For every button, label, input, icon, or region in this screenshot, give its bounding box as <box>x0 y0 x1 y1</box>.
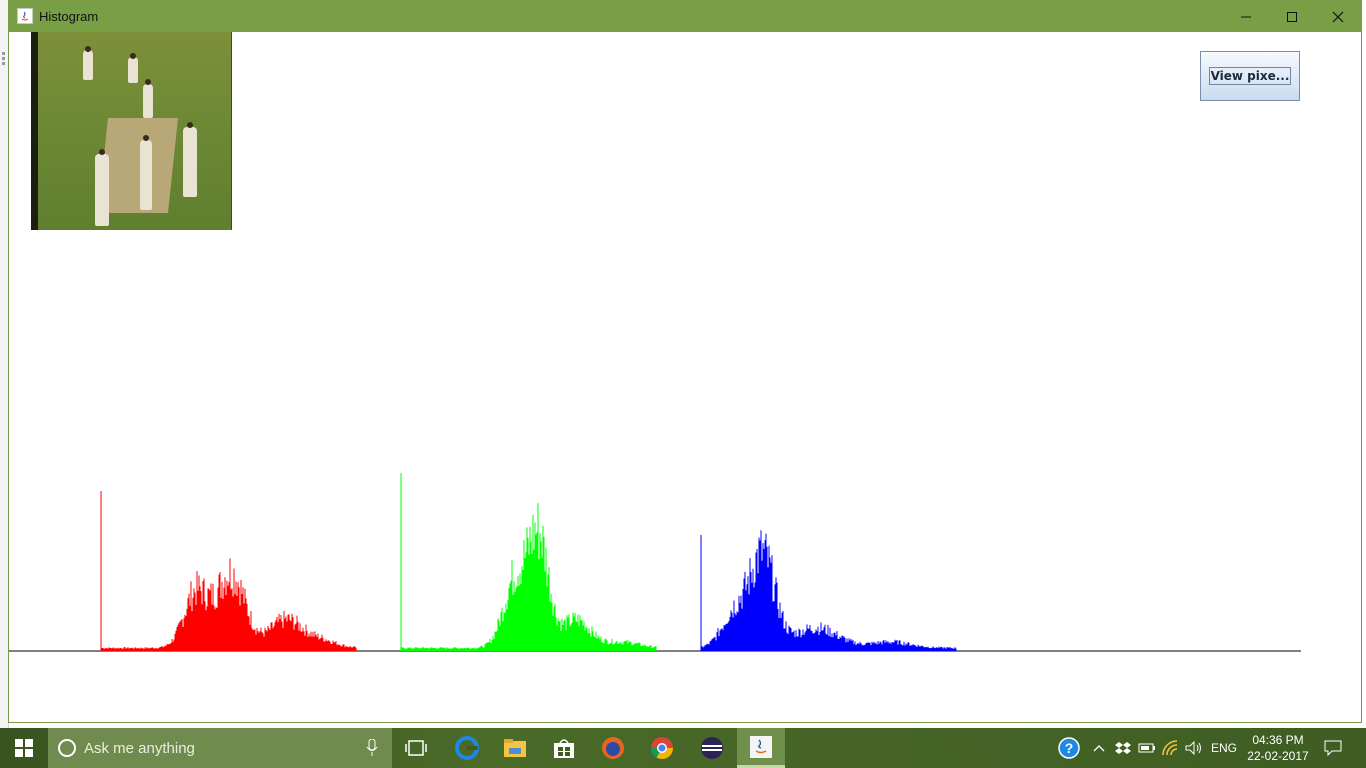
green-channel-histogram <box>400 473 657 651</box>
action-center-button[interactable] <box>1318 728 1348 768</box>
help-tray-button[interactable]: ? <box>1056 728 1082 768</box>
start-button[interactable] <box>0 728 48 768</box>
clock-time: 04:36 PM <box>1252 733 1304 747</box>
svg-text:?: ? <box>1065 740 1074 756</box>
language-indicator[interactable]: ENG <box>1208 728 1240 768</box>
battery-icon <box>1138 743 1155 753</box>
firefox-button[interactable] <box>589 728 637 768</box>
blue-channel-histogram <box>700 530 957 651</box>
dropbox-icon <box>1115 742 1131 754</box>
notification-icon <box>1324 740 1342 756</box>
dropbox-tray-button[interactable] <box>1112 728 1134 768</box>
histogram-panel: View pixe... <box>9 32 1361 722</box>
microphone-icon[interactable] <box>366 739 378 757</box>
show-hidden-icons-button[interactable] <box>1089 728 1109 768</box>
java-app-taskbar-button[interactable] <box>737 728 785 768</box>
eclipse-icon <box>701 737 723 759</box>
wifi-tray-button[interactable] <box>1160 728 1182 768</box>
battery-tray-button[interactable] <box>1136 728 1158 768</box>
edge-icon <box>455 736 479 760</box>
edge-button[interactable] <box>443 728 491 768</box>
window-title: Histogram <box>39 9 99 24</box>
red-channel-histogram <box>100 491 357 651</box>
clock-date: 22-02-2017 <box>1247 749 1309 763</box>
histogram-window: Histogram View pixe... <box>8 0 1362 723</box>
windows-logo-icon <box>15 739 33 757</box>
minimize-icon <box>1241 16 1251 17</box>
desktop-screen: Histogram View pixe... Ask me anything ?… <box>0 0 1366 768</box>
wifi-icon <box>1162 740 1178 756</box>
java-app-icon <box>17 8 33 24</box>
task-view-button[interactable] <box>392 728 440 768</box>
chrome-button[interactable] <box>638 728 686 768</box>
volume-tray-button[interactable] <box>1183 728 1205 768</box>
eclipse-button[interactable] <box>688 728 736 768</box>
minimize-button[interactable] <box>1223 1 1269 32</box>
java-icon <box>750 735 772 758</box>
store-icon <box>554 739 574 758</box>
help-icon: ? <box>1058 737 1080 759</box>
firefox-icon <box>602 737 624 759</box>
system-clock[interactable]: 04:36 PM 22-02-2017 <box>1244 732 1312 764</box>
histogram-chart <box>9 473 1301 652</box>
chrome-icon <box>651 737 673 759</box>
file-explorer-button[interactable] <box>491 728 539 768</box>
cortana-icon <box>58 739 76 757</box>
maximize-button[interactable] <box>1269 1 1315 32</box>
maximize-icon <box>1287 11 1297 22</box>
taskbar: Ask me anything ? ENG 04:36 PM 22-02-201… <box>0 728 1366 768</box>
title-bar[interactable]: Histogram <box>9 1 1361 32</box>
file-explorer-icon <box>504 739 526 757</box>
search-placeholder: Ask me anything <box>84 739 195 757</box>
task-view-icon <box>405 740 427 756</box>
speaker-icon <box>1185 741 1201 755</box>
close-button[interactable] <box>1315 1 1361 32</box>
store-button[interactable] <box>540 728 588 768</box>
close-icon <box>1332 11 1344 22</box>
search-input[interactable]: Ask me anything <box>48 728 392 768</box>
chevron-up-icon <box>1093 745 1105 752</box>
